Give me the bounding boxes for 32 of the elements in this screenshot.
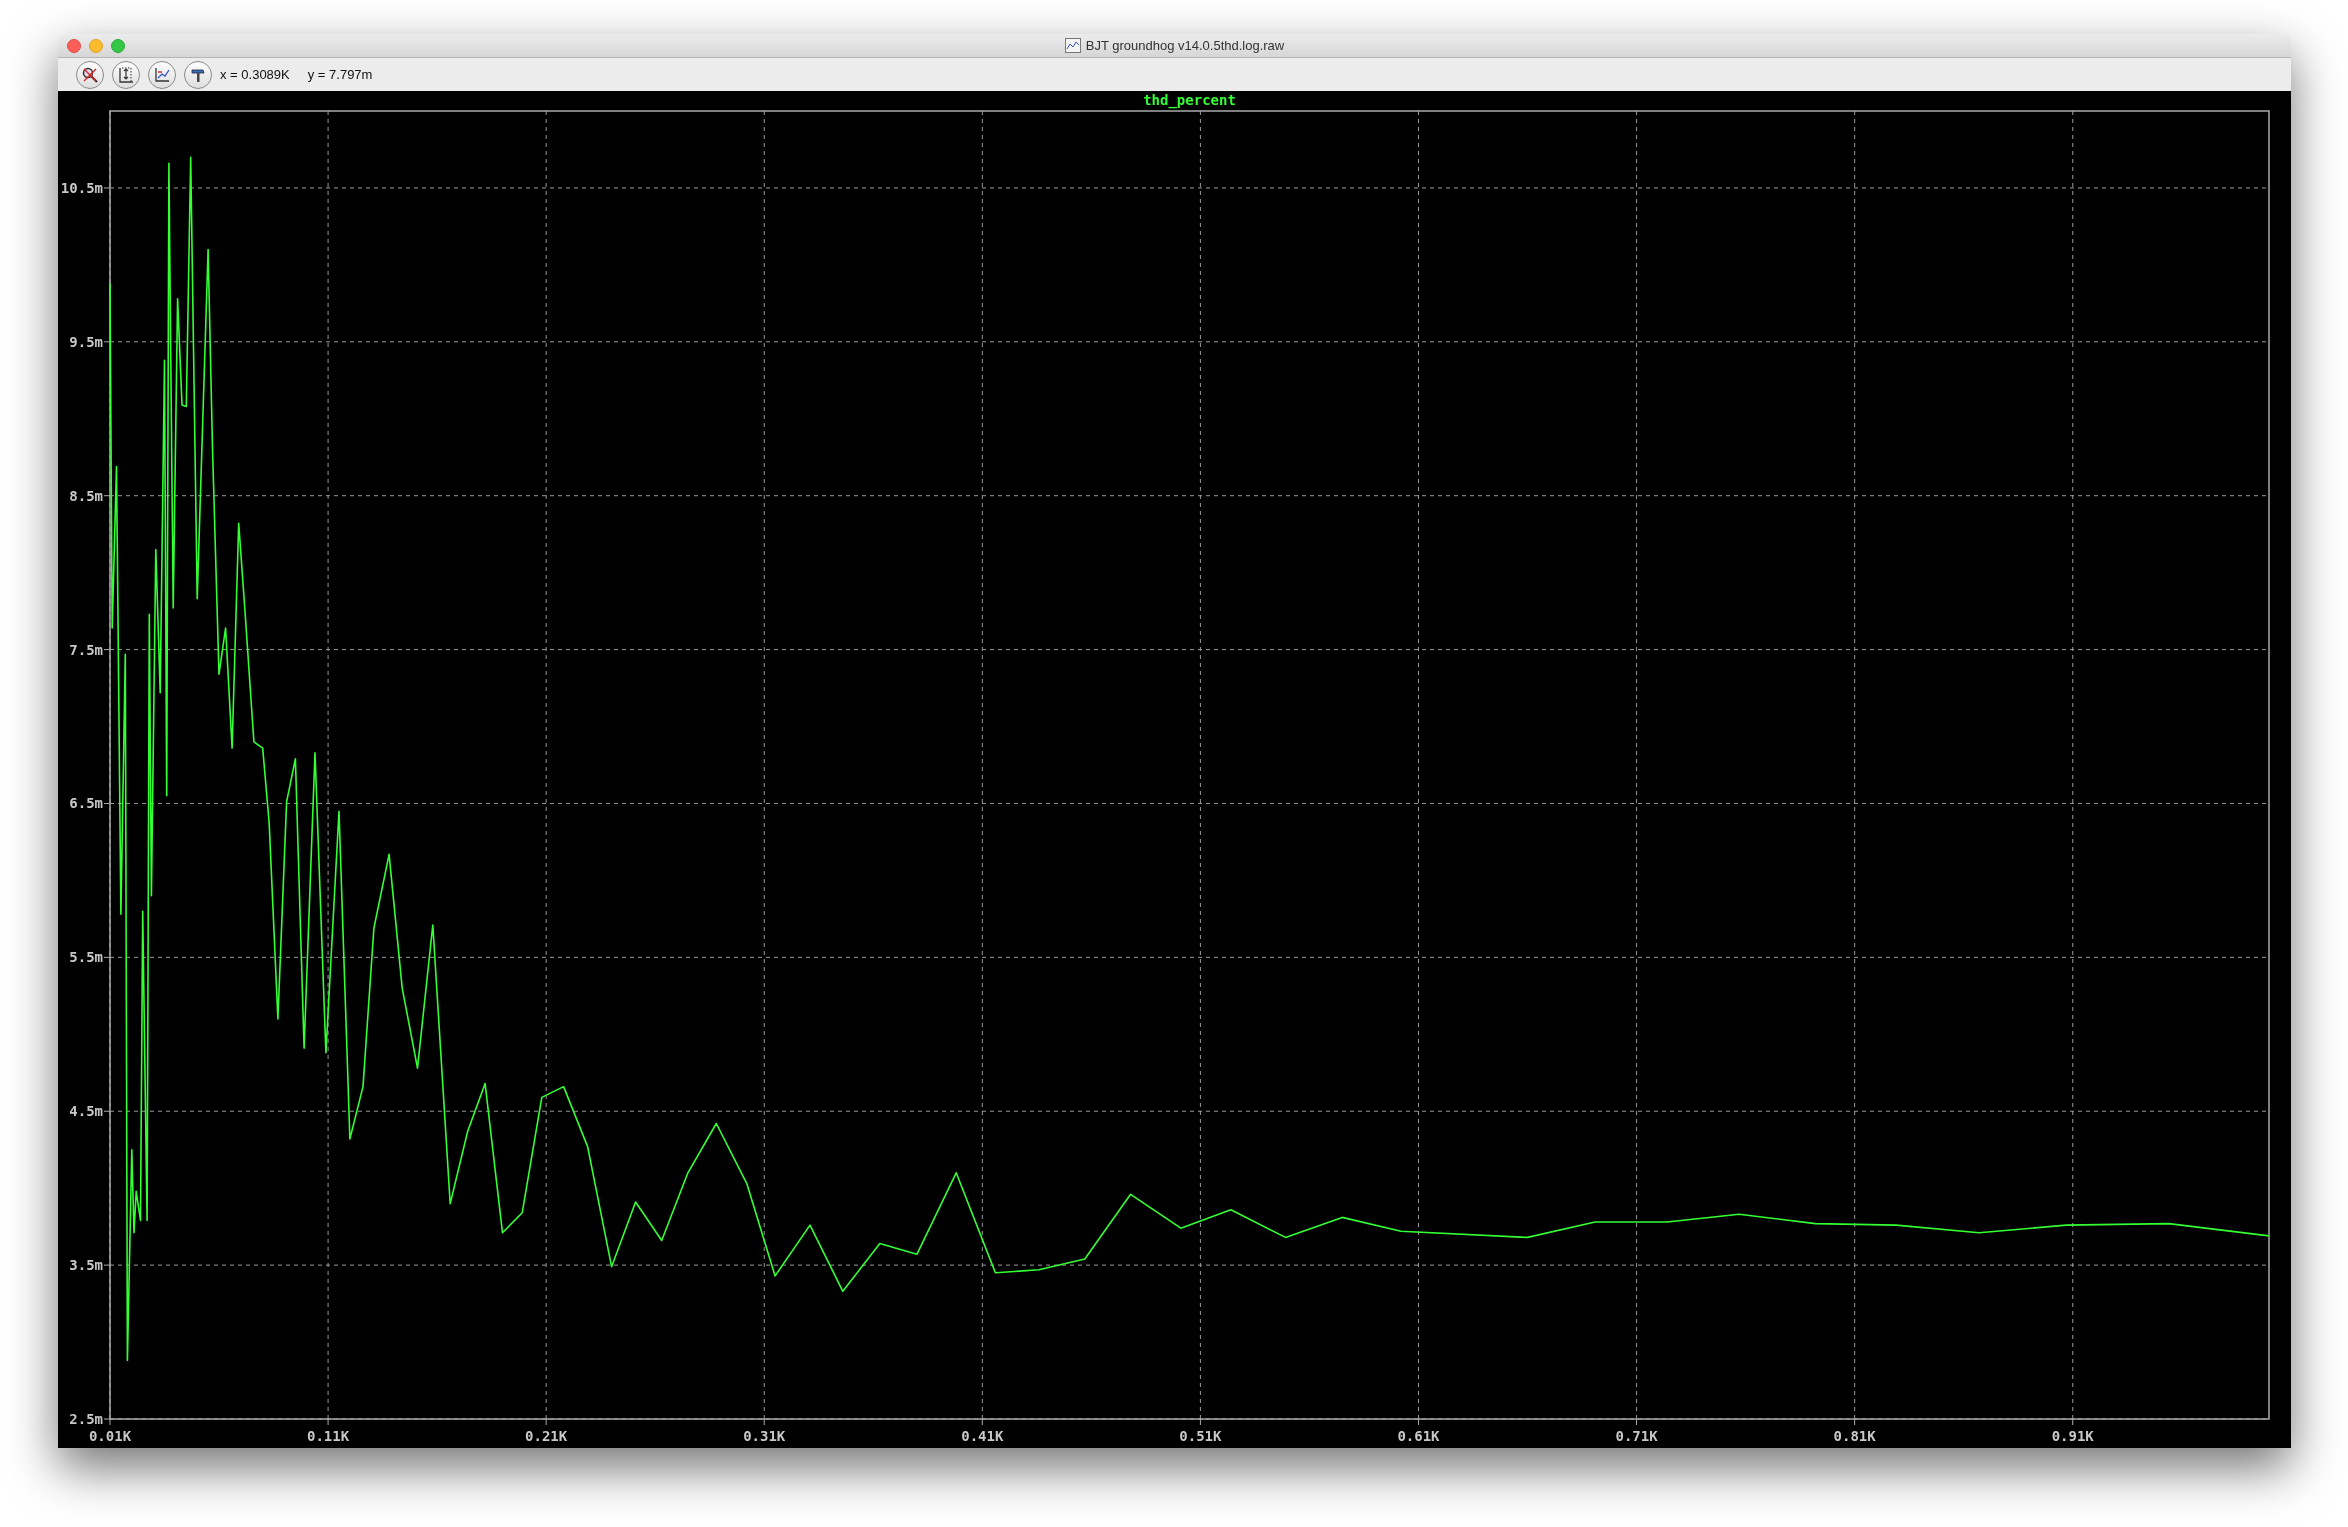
x-tick-label: 0.41K	[961, 1428, 1004, 1444]
x-tick-label: 0.91K	[2051, 1428, 2094, 1444]
y-tick-label: 3.5m	[69, 1257, 103, 1274]
y-tick-label: 6.5m	[69, 795, 103, 812]
x-tick-label: 0.21K	[525, 1428, 568, 1444]
y-tick-label: 2.5m	[69, 1411, 103, 1427]
x-tick-label: 0.51K	[1179, 1428, 1222, 1444]
hammer-button[interactable]	[184, 60, 212, 89]
autorange-button[interactable]	[112, 60, 140, 89]
x-tick-label: 0.81K	[1833, 1428, 1876, 1444]
close-button[interactable]	[67, 38, 81, 53]
y-tick-label: 10.5m	[60, 179, 103, 196]
zoom-cancel-button[interactable]	[76, 60, 104, 89]
chart-title: thd_percent	[1143, 92, 1236, 108]
x-tick-label: 0.61K	[1397, 1428, 1440, 1444]
x-tick-label: 0.01K	[88, 1428, 132, 1444]
x-tick-label: 0.11K	[307, 1428, 350, 1444]
cursor-y-readout: y = 7.797m	[307, 67, 373, 82]
window-title: BJT groundhog v14.0.5thd.log.raw	[1085, 38, 1285, 53]
y-tick-label: 7.5m	[69, 641, 103, 658]
cursor-x-readout: x = 0.3089K	[220, 67, 290, 82]
chart-document-icon	[1064, 38, 1081, 53]
magnifier-icon	[81, 65, 99, 84]
y-tick-label: 8.5m	[69, 487, 103, 504]
y-tick-label: 9.5m	[69, 333, 103, 350]
y-tick-label: 5.5m	[69, 949, 103, 966]
x-tick-label: 0.31K	[743, 1428, 786, 1444]
y-tick-label: 4.5m	[69, 1103, 103, 1120]
x-tick-label: 0.71K	[1615, 1428, 1658, 1444]
axis-button[interactable]	[148, 60, 176, 89]
axis-graph-icon	[153, 65, 171, 84]
autorange-icon	[117, 65, 135, 84]
